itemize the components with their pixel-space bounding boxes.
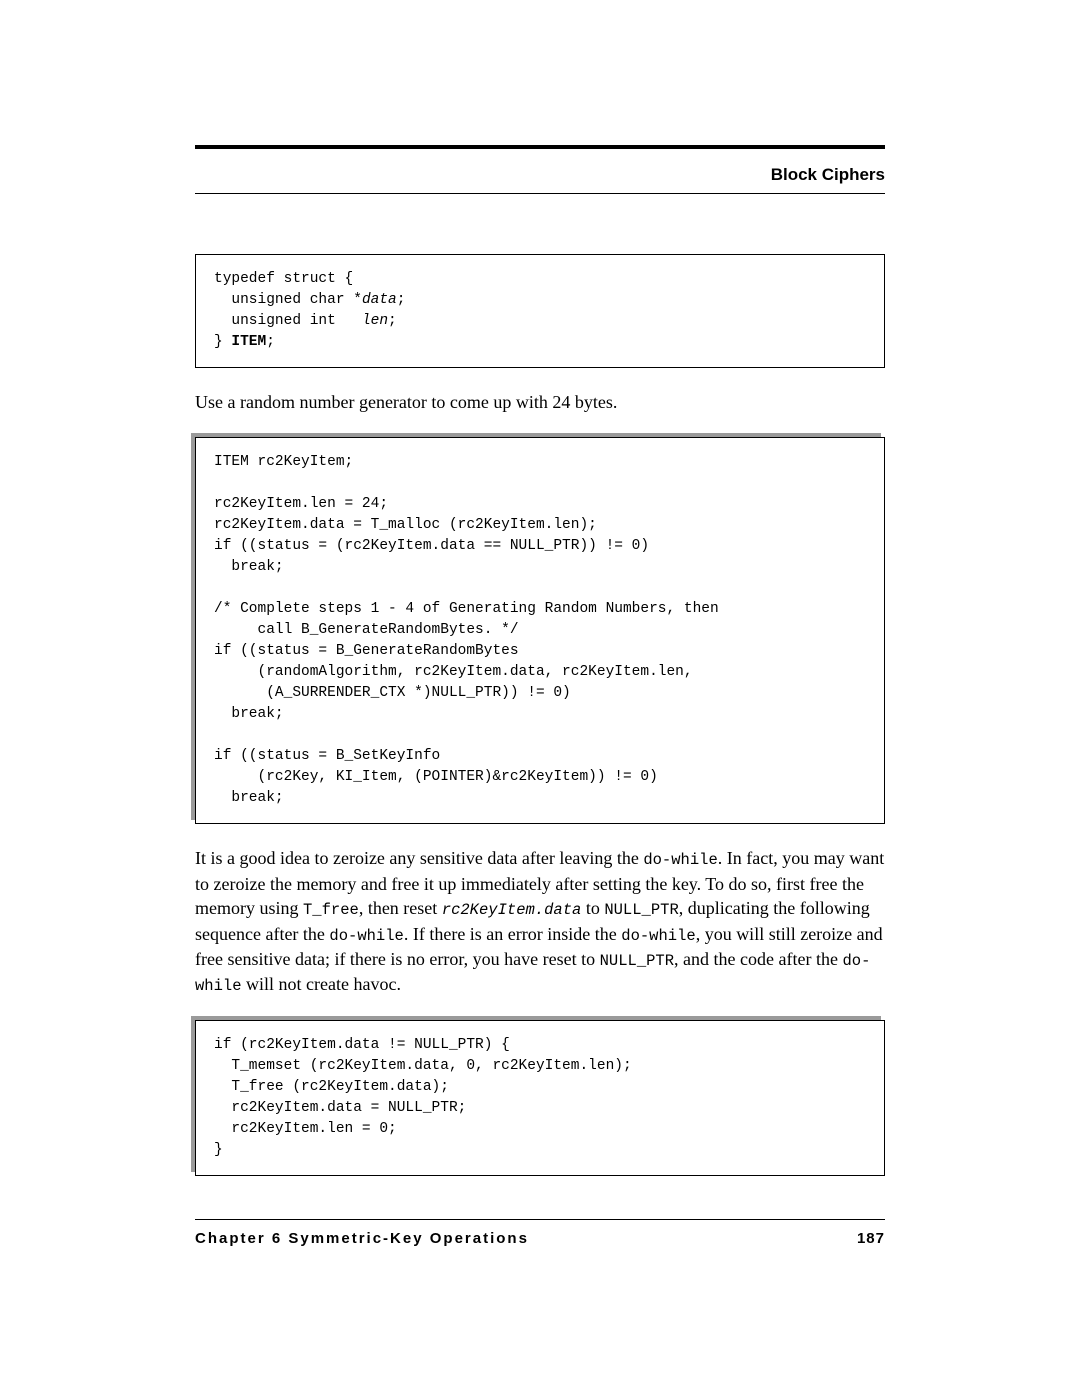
code-block-struct-item: typedef struct { unsigned char *data; un… [195, 254, 885, 368]
code-frag: unsigned char * [214, 292, 362, 308]
footer-rule-thin [195, 1219, 885, 1220]
code-line: } ITEM; [214, 334, 275, 350]
footer-page-number: 187 [857, 1230, 885, 1247]
header-rule-thick [195, 145, 885, 149]
text-frag: , then reset [359, 898, 442, 918]
code-frag-bold: ITEM [231, 334, 266, 350]
code-inline-tfree: T_free [303, 901, 359, 919]
code-inline-nullptr: NULL_PTR [604, 901, 678, 919]
code-inline-do-while: do-while [329, 927, 403, 945]
text-frag: will not create havoc. [242, 974, 401, 994]
code-frag-italic: data [362, 292, 397, 308]
code-line: unsigned int len; [214, 313, 397, 329]
code-inline-rc2keyitem-data: rc2KeyItem.data [442, 901, 582, 919]
text-frag: , and the code after the [674, 949, 842, 969]
text-frag: It is a good idea to zeroize any sensiti… [195, 848, 643, 868]
code-block-zeroize: if (rc2KeyItem.data != NULL_PTR) { T_mem… [195, 1020, 885, 1176]
footer-chapter: Chapter 6 Symmetric-Key Operations [195, 1230, 529, 1247]
text-frag: to [581, 898, 604, 918]
paragraph-random-generator: Use a random number generator to come up… [195, 390, 885, 415]
code-line: unsigned char *data; [214, 292, 405, 308]
code-frag: unsigned int [214, 313, 362, 329]
code-frag: } [214, 334, 231, 350]
code-frag: ; [397, 292, 406, 308]
footer: Chapter 6 Symmetric-Key Operations 187 [195, 1219, 885, 1247]
section-title: Block Ciphers [771, 165, 885, 185]
text-frag: . If there is an error inside the [404, 924, 621, 944]
code-inline-do-while: do-while [643, 851, 717, 869]
code-line: typedef struct { [214, 271, 353, 287]
header-row: Block Ciphers [195, 159, 885, 193]
code-frag: ; [266, 334, 275, 350]
page: Block Ciphers typedef struct { unsigned … [0, 0, 1080, 1397]
header-rule-thin [195, 193, 885, 194]
code-frag: ; [388, 313, 397, 329]
code-inline-do-while: do-while [621, 927, 695, 945]
paragraph-zeroize: It is a good idea to zeroize any sensiti… [195, 846, 885, 998]
code-inline-nullptr: NULL_PTR [600, 952, 674, 970]
code-block-rc2key-setup: ITEM rc2KeyItem; rc2KeyItem.len = 24; rc… [195, 437, 885, 824]
code-frag-italic: len [362, 313, 388, 329]
footer-row: Chapter 6 Symmetric-Key Operations 187 [195, 1230, 885, 1247]
